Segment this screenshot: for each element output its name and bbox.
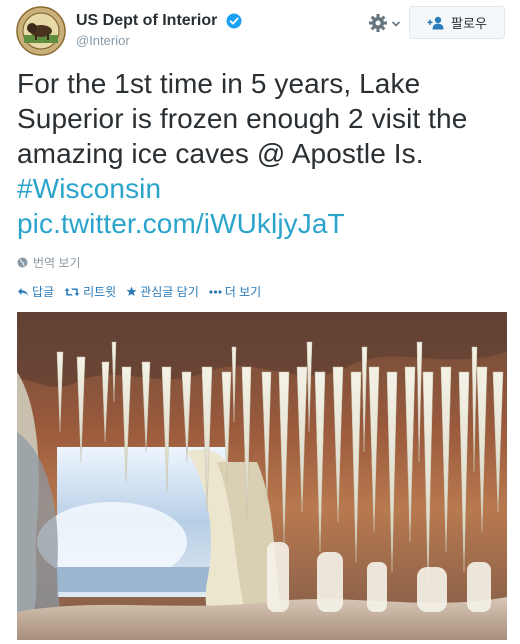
tweet-text: For the 1st time in 5 years, Lake Superi… (17, 66, 507, 241)
retweet-label: 리트윗 (83, 285, 117, 299)
add-user-icon (427, 16, 444, 29)
more-action[interactable]: 더 보기 (209, 283, 261, 300)
reply-icon (18, 287, 28, 296)
translate-label: 번역 보기 (33, 256, 81, 270)
name-block: US Dept of Interior @Interior (76, 12, 242, 48)
tweet-header: US Dept of Interior @Interior 팔로우 (16, 6, 506, 56)
handle[interactable]: @Interior (76, 33, 242, 48)
user-actions-dropdown[interactable] (368, 12, 402, 34)
display-name[interactable]: US Dept of Interior (76, 12, 217, 30)
avatar[interactable] (16, 6, 66, 56)
star-icon (126, 286, 137, 296)
tweet-text-line: For the 1st time in 5 years, Lake (17, 68, 421, 99)
more-label: 더 보기 (224, 285, 262, 299)
media-link[interactable]: pic.twitter.com/iWUkljyJaT (17, 206, 507, 241)
globe-icon (17, 257, 28, 268)
reply-action[interactable]: 답글 (17, 283, 54, 300)
retweet-icon (64, 287, 80, 296)
verified-badge-icon (226, 13, 242, 29)
seal-icon (16, 6, 66, 56)
tweet-photo[interactable] (17, 312, 507, 640)
retweet-action[interactable]: 리트윗 (64, 283, 116, 300)
hashtag-link[interactable]: #Wisconsin (17, 171, 507, 206)
more-dots-icon (209, 289, 222, 294)
follow-button[interactable]: 팔로우 (409, 6, 505, 39)
tweet-text-line: amazing ice caves @ Apostle Is. (17, 138, 424, 169)
ice-cave-photo (17, 312, 507, 640)
tweet-actions: 답글 리트윗 관심글 담기 더 보기 (17, 283, 261, 300)
translate-link[interactable]: 번역 보기 (17, 254, 81, 271)
reply-label: 답글 (32, 285, 55, 299)
tweet-text-line: Superior is frozen enough 2 visit the (17, 103, 468, 134)
favorite-label: 관심글 담기 (140, 285, 199, 299)
gear-icon (369, 14, 387, 32)
chevron-down-icon (391, 21, 401, 27)
favorite-action[interactable]: 관심글 담기 (126, 283, 199, 300)
follow-button-label: 팔로우 (451, 16, 487, 31)
